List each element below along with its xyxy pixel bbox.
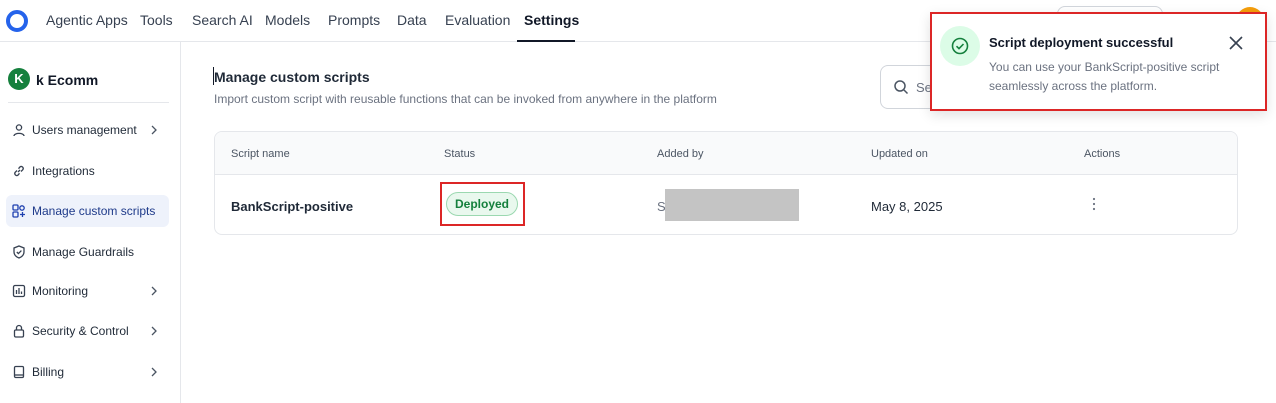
column-header-actions: Actions (1084, 148, 1121, 160)
lock-icon (13, 324, 25, 338)
nav-agentic-apps[interactable]: Agentic Apps (46, 12, 128, 28)
scripts-icon (12, 204, 25, 218)
workspace-avatar[interactable]: K (8, 68, 30, 90)
chart-icon (12, 284, 26, 298)
sidebar-item-billing[interactable]: Billing (6, 356, 169, 388)
sidebar-item-label: Monitoring (32, 284, 89, 298)
success-toast: Script deployment successful You can use… (930, 12, 1267, 111)
nav-settings[interactable]: Settings (524, 12, 579, 28)
shield-icon (13, 245, 25, 259)
link-icon (14, 165, 24, 177)
sidebar-item-manage-custom-scripts[interactable]: Manage custom scripts (6, 195, 169, 227)
chevron-right-icon (151, 367, 157, 377)
chevron-right-icon (151, 326, 157, 336)
active-tab-indicator (517, 40, 575, 42)
toast-title: Script deployment successful (989, 35, 1174, 50)
page-subtitle: Import custom script with reusable funct… (214, 92, 717, 106)
nav-data[interactable]: Data (397, 12, 427, 28)
sidebar-item-manage-guardrails[interactable]: Manage Guardrails (6, 236, 169, 268)
sidebar-item-users-management[interactable]: Users management (6, 114, 169, 146)
nav-models[interactable]: Models (265, 12, 310, 28)
column-header-script-name: Script name (231, 148, 290, 160)
redacted-user-name (665, 189, 799, 221)
sidebar-item-label: Billing (32, 365, 65, 379)
sidebar-item-label: Integrations (32, 164, 95, 178)
sidebar-item-monitoring[interactable]: Monitoring (6, 275, 169, 307)
chevron-right-icon (151, 286, 157, 296)
workspace-name[interactable]: k Ecomm (36, 72, 98, 88)
sidebar-item-label: Manage Guardrails (32, 245, 135, 259)
scripts-table: Script name Status Added by Updated on A… (214, 131, 1238, 235)
script-name-cell[interactable]: BankScript-positive (231, 199, 353, 214)
status-highlight: Deployed (440, 182, 525, 226)
table-row[interactable]: BankScript-positive Deployed S May 8, 20… (215, 175, 1237, 234)
sidebar-item-label: Manage custom scripts (32, 204, 156, 218)
user-icon (13, 124, 25, 137)
nav-evaluation[interactable]: Evaluation (445, 12, 510, 28)
table-header: Script name Status Added by Updated on A… (215, 132, 1237, 175)
nav-prompts[interactable]: Prompts (328, 12, 380, 28)
sidebar-item-security-control[interactable]: Security & Control (6, 315, 169, 347)
sidebar-item-label: Security & Control (32, 324, 129, 338)
close-icon[interactable] (1227, 34, 1245, 52)
page-title: Manage custom scripts (214, 69, 370, 85)
search-icon (894, 80, 909, 95)
column-header-updated-on: Updated on (871, 148, 928, 160)
nav-tools[interactable]: Tools (140, 12, 173, 28)
app-logo-icon[interactable] (6, 10, 28, 32)
updated-on-cell: May 8, 2025 (871, 199, 943, 214)
column-header-status: Status (444, 148, 476, 160)
nav-search-ai[interactable]: Search AI (192, 12, 253, 28)
toast-message: You can use your BankScript-positive scr… (989, 60, 1220, 93)
more-actions-icon[interactable] (1091, 196, 1097, 212)
check-circle-icon (951, 37, 969, 55)
sidebar-item-integrations[interactable]: Integrations (6, 155, 169, 187)
status-badge: Deployed (446, 192, 518, 216)
chevron-right-icon (151, 125, 157, 135)
sidebar-item-label: Users management (32, 123, 137, 137)
settings-sidebar: K k Ecomm Users management Integrations … (0, 42, 181, 403)
book-icon (13, 365, 25, 379)
column-header-added-by: Added by (657, 148, 704, 160)
sidebar-divider (8, 102, 169, 103)
